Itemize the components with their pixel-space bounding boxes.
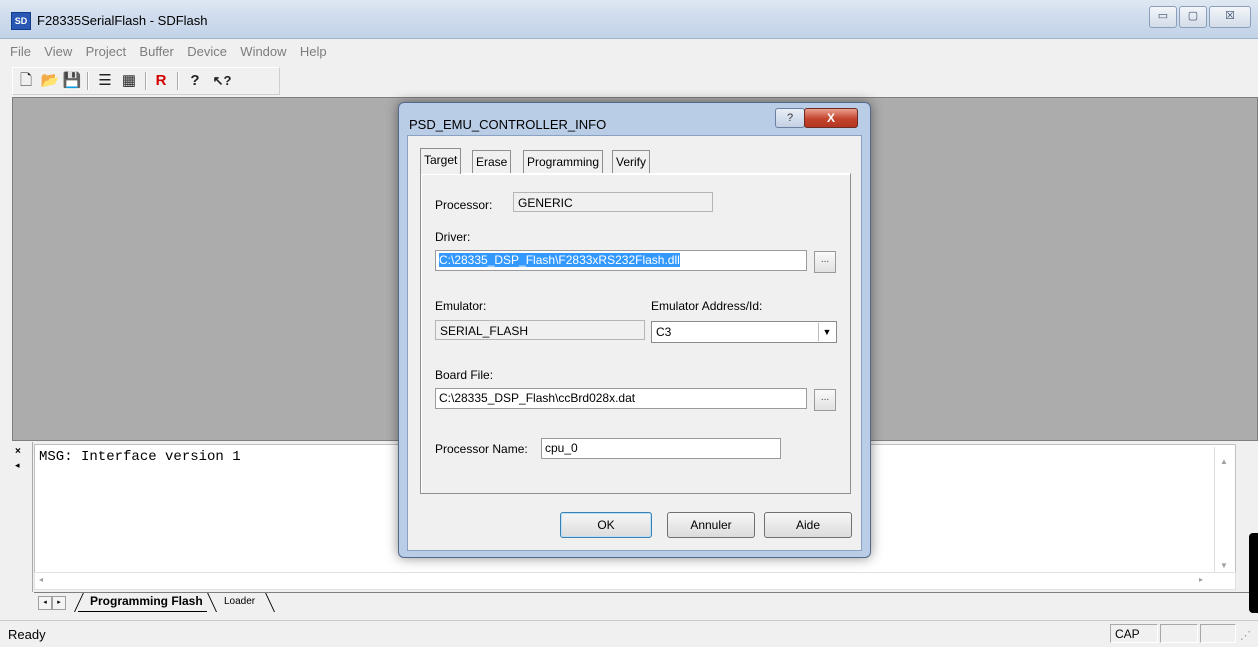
status-bar: Ready CAP ⋰: [0, 620, 1258, 647]
menu-buffer[interactable]: Buffer: [139, 44, 173, 59]
new-file-icon[interactable]: 🗋: [16, 71, 36, 91]
resize-grip-icon[interactable]: ⋰: [1240, 629, 1251, 642]
board-file-label: Board File:: [435, 368, 494, 382]
tab-programming-flash[interactable]: Programming Flash: [78, 594, 207, 612]
emulator-address-label: Emulator Address/Id:: [651, 299, 763, 313]
status-panel: [1160, 624, 1198, 643]
close-pane-icon[interactable]: ×: [15, 446, 21, 457]
tab-erase[interactable]: Erase: [472, 150, 512, 173]
save-icon[interactable]: 💾: [62, 71, 82, 91]
scroll-left-arrow-icon[interactable]: ◂: [39, 575, 43, 584]
caps-lock-indicator: CAP: [1110, 624, 1158, 643]
tab-loader[interactable]: Loader: [224, 596, 255, 607]
driver-browse-button[interactable]: ...: [814, 251, 836, 273]
toolbar-separator: [177, 72, 179, 90]
ok-button[interactable]: OK: [560, 512, 652, 538]
build-icon[interactable]: ▦: [119, 71, 139, 91]
tab-divider: [207, 593, 217, 612]
toolbar: 🗋 📂 💾 ☰ ▦ R ? ↖?: [12, 67, 280, 95]
scroll-down-icon[interactable]: ▼: [1220, 561, 1228, 570]
processor-name-label: Processor Name:: [435, 442, 528, 456]
reset-icon[interactable]: R: [151, 71, 171, 91]
scroll-right-arrow-icon[interactable]: ▸: [1199, 575, 1203, 584]
emulator-field: SERIAL_FLASH: [435, 320, 645, 340]
list-icon[interactable]: ☰: [95, 71, 115, 91]
board-file-input[interactable]: C:\28335_DSP_Flash\ccBrd028x.dat: [435, 388, 807, 409]
maximize-button[interactable]: ▢: [1179, 6, 1207, 28]
toolbar-separator: [87, 72, 89, 90]
driver-label: Driver:: [435, 230, 471, 244]
menu-file[interactable]: File: [10, 44, 31, 59]
window-title: F28335SerialFlash - SDFlash: [37, 13, 208, 28]
tab-divider: [265, 593, 275, 612]
dialog-title: PSD_EMU_CONTROLLER_INFO: [409, 117, 607, 132]
driver-input-value: C:\28335_DSP_Flash\F2833xRS232Flash.dll: [439, 253, 680, 267]
context-help-icon[interactable]: ↖?: [209, 71, 235, 91]
help-button[interactable]: Aide: [764, 512, 852, 538]
tab-prev-icon[interactable]: ◂: [38, 596, 52, 610]
status-text: Ready: [8, 627, 46, 642]
scroll-up-icon[interactable]: ▲: [1220, 457, 1228, 466]
emulator-address-select[interactable]: C3 ▼: [651, 321, 837, 343]
scroll-left-icon[interactable]: ◂: [15, 460, 20, 471]
edge-decoration: [1249, 533, 1258, 613]
cancel-button[interactable]: Annuler: [667, 512, 755, 538]
menu-window[interactable]: Window: [240, 44, 286, 59]
menu-view[interactable]: View: [44, 44, 72, 59]
app-icon: SD: [11, 12, 31, 30]
menu-help[interactable]: Help: [300, 44, 327, 59]
about-icon[interactable]: ?: [185, 71, 205, 91]
menu-bar: File View Project Buffer Device Window H…: [10, 44, 337, 62]
output-message: MSG: Interface version 1: [39, 449, 241, 465]
dialog-close-button[interactable]: X: [804, 108, 858, 128]
tab-verify[interactable]: Verify: [612, 150, 651, 173]
tab-target[interactable]: Target: [420, 148, 462, 174]
target-tab-panel: Processor: GENERIC Driver: C:\28335_DSP_…: [420, 173, 851, 494]
output-gutter: × ◂: [12, 442, 33, 592]
processor-field: GENERIC: [513, 192, 713, 212]
menu-project[interactable]: Project: [86, 44, 126, 59]
processor-label: Processor:: [435, 198, 493, 212]
chevron-down-icon[interactable]: ▼: [818, 323, 835, 341]
emulator-address-value: C3: [656, 325, 672, 339]
title-bar: SD F28335SerialFlash - SDFlash ▭ ▢ ☒: [0, 0, 1258, 39]
open-folder-icon[interactable]: 📂: [40, 71, 60, 91]
dialog-body: Target Erase Programming Verify Processo…: [407, 135, 862, 551]
vertical-scrollbar[interactable]: ▲ ▼: [1214, 447, 1233, 575]
emulator-label: Emulator:: [435, 299, 487, 313]
tab-next-icon[interactable]: ▸: [52, 596, 66, 610]
status-panel: [1200, 624, 1236, 643]
driver-input[interactable]: C:\28335_DSP_Flash\F2833xRS232Flash.dll: [435, 250, 807, 271]
controller-info-dialog: PSD_EMU_CONTROLLER_INFO ? X Target Erase…: [398, 102, 871, 558]
board-file-browse-button[interactable]: ...: [814, 389, 836, 411]
dialog-help-button[interactable]: ?: [775, 108, 805, 128]
menu-device[interactable]: Device: [187, 44, 227, 59]
tab-programming[interactable]: Programming: [523, 150, 604, 173]
processor-name-input[interactable]: cpu_0: [541, 438, 781, 459]
horizontal-scrollbar[interactable]: ◂ ▸: [34, 572, 1236, 590]
output-tab-strip: ◂ ▸ Programming Flash Loader: [34, 592, 1254, 613]
toolbar-separator: [145, 72, 147, 90]
minimize-button[interactable]: ▭: [1149, 6, 1177, 28]
close-window-button[interactable]: ☒: [1209, 6, 1251, 28]
